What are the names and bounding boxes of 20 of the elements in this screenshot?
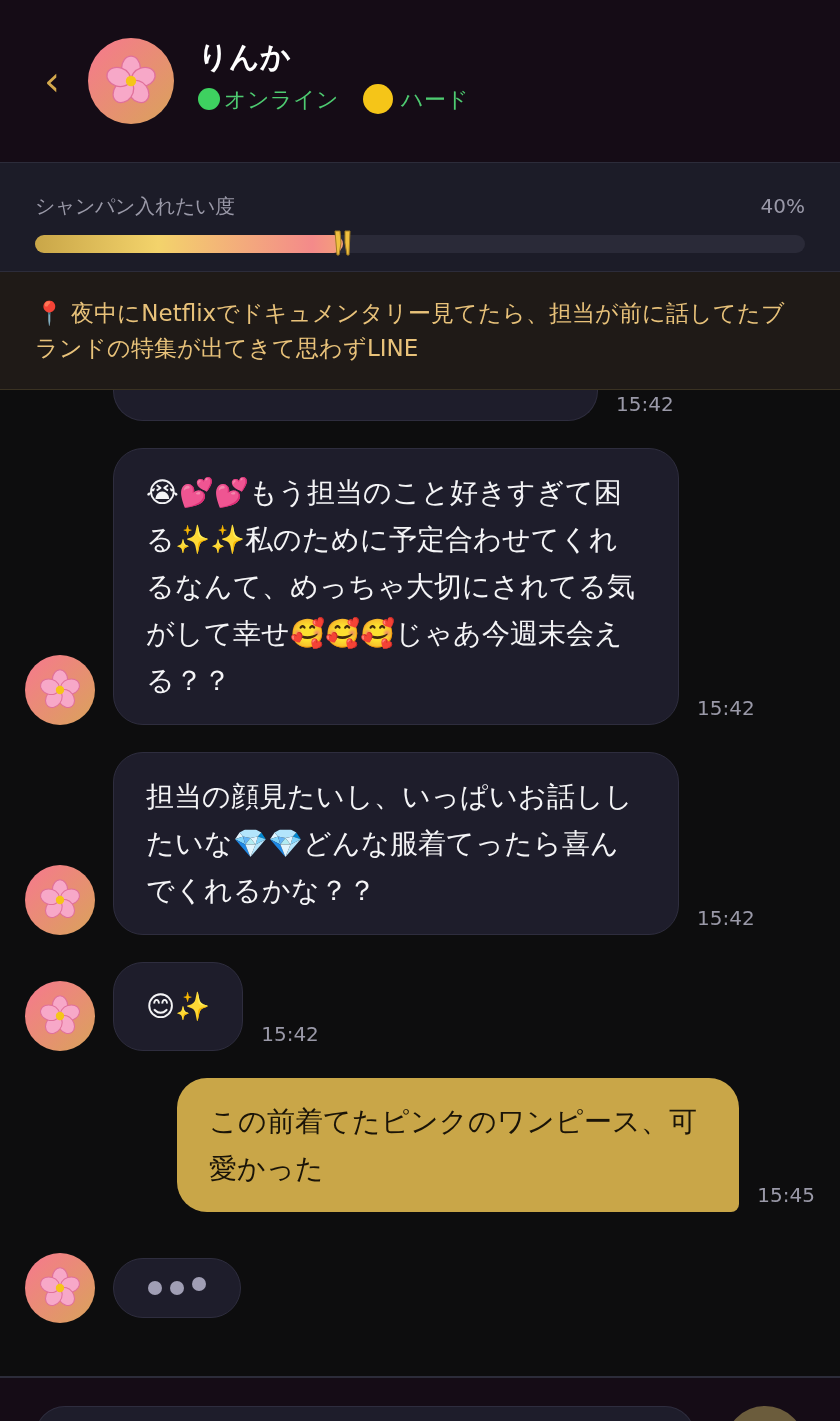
message-time: 15:42 [261,1021,319,1048]
notice-text: 📍 夜中にNetflixでドキュメンタリー見てたら、担当が前に話してたブランドの特集が出てきて思わずLINE [35,299,787,363]
message-time: 15:42 [697,695,755,722]
flower-icon [39,879,81,921]
message-time: 15:42 [616,391,674,418]
meter-label: シャンパン入れたい度 [35,193,235,220]
flower-icon [39,1267,81,1309]
message-bubble: 😭💕💕もう担当のこと好きすぎて困る✨✨私のために予定合わせてくれるなんて、めっちゃ大切にされてる気がして幸せ🥰🥰🥰じゃあ今週末会える？？ [113,448,679,725]
flower-icon [39,669,81,711]
contact-name: りんか [198,38,292,75]
flower-icon [39,995,81,1037]
message-time: 15:45 [757,1182,815,1209]
meter-reading: 40% [760,193,805,220]
status-label: オンライン [224,85,339,114]
back-button[interactable]: ‹ [40,61,64,101]
message-bubble: この前着てたピンクのワンピース、可愛かった [177,1078,740,1212]
message-bubble: 😊✨ [113,962,244,1051]
message-time: 15:42 [697,905,755,932]
message-bubble: 担当の顔見たいし、いっぱいお話ししたいな💎💎どんな服着てったら喜んでくれるかな？？ [113,752,679,935]
difficulty-label: ハード [401,85,469,114]
